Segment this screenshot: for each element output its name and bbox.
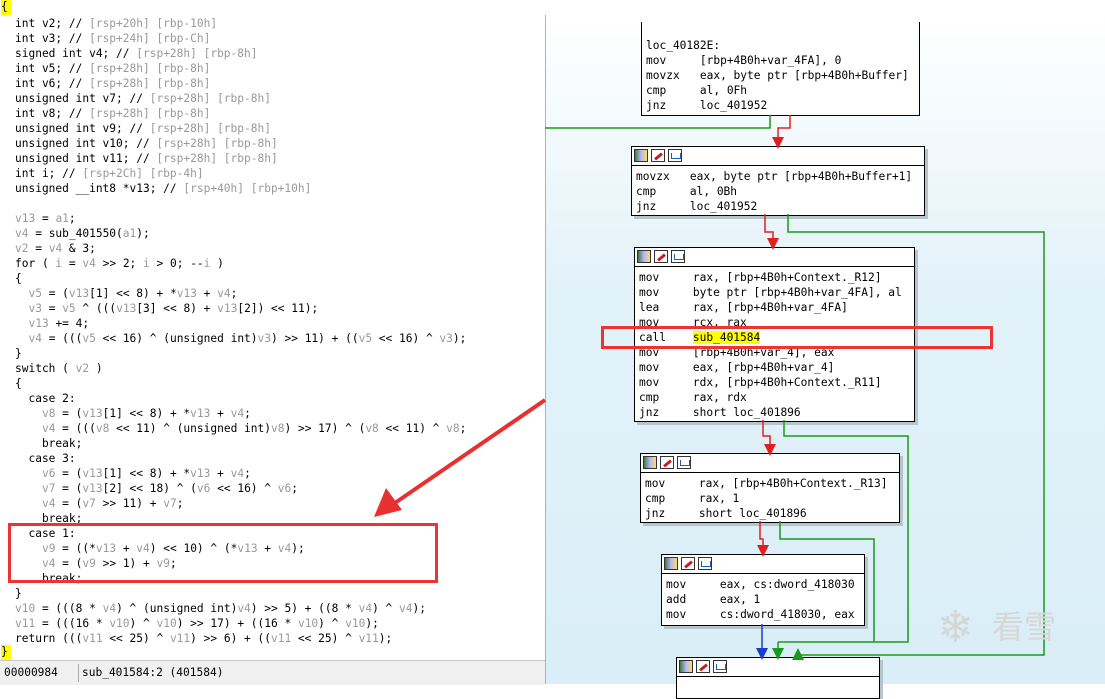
edge-green-exit-1 <box>545 115 771 129</box>
edge-red-4 <box>757 521 769 557</box>
edge-red-1 <box>772 115 791 149</box>
edge-green-2 <box>787 214 1045 656</box>
annotation-arrow <box>390 398 547 507</box>
watermark: ❄ 看雪 <box>928 600 1088 655</box>
snowflake-logo-icon: ❄ <box>937 602 974 653</box>
edge-green-3 <box>778 420 909 643</box>
call-annotation-box <box>601 326 993 349</box>
edge-red-3 <box>762 420 776 456</box>
edge-green-4 <box>779 521 875 642</box>
watermark-text: 看雪 <box>992 608 1057 646</box>
edge-red-2 <box>764 214 779 250</box>
